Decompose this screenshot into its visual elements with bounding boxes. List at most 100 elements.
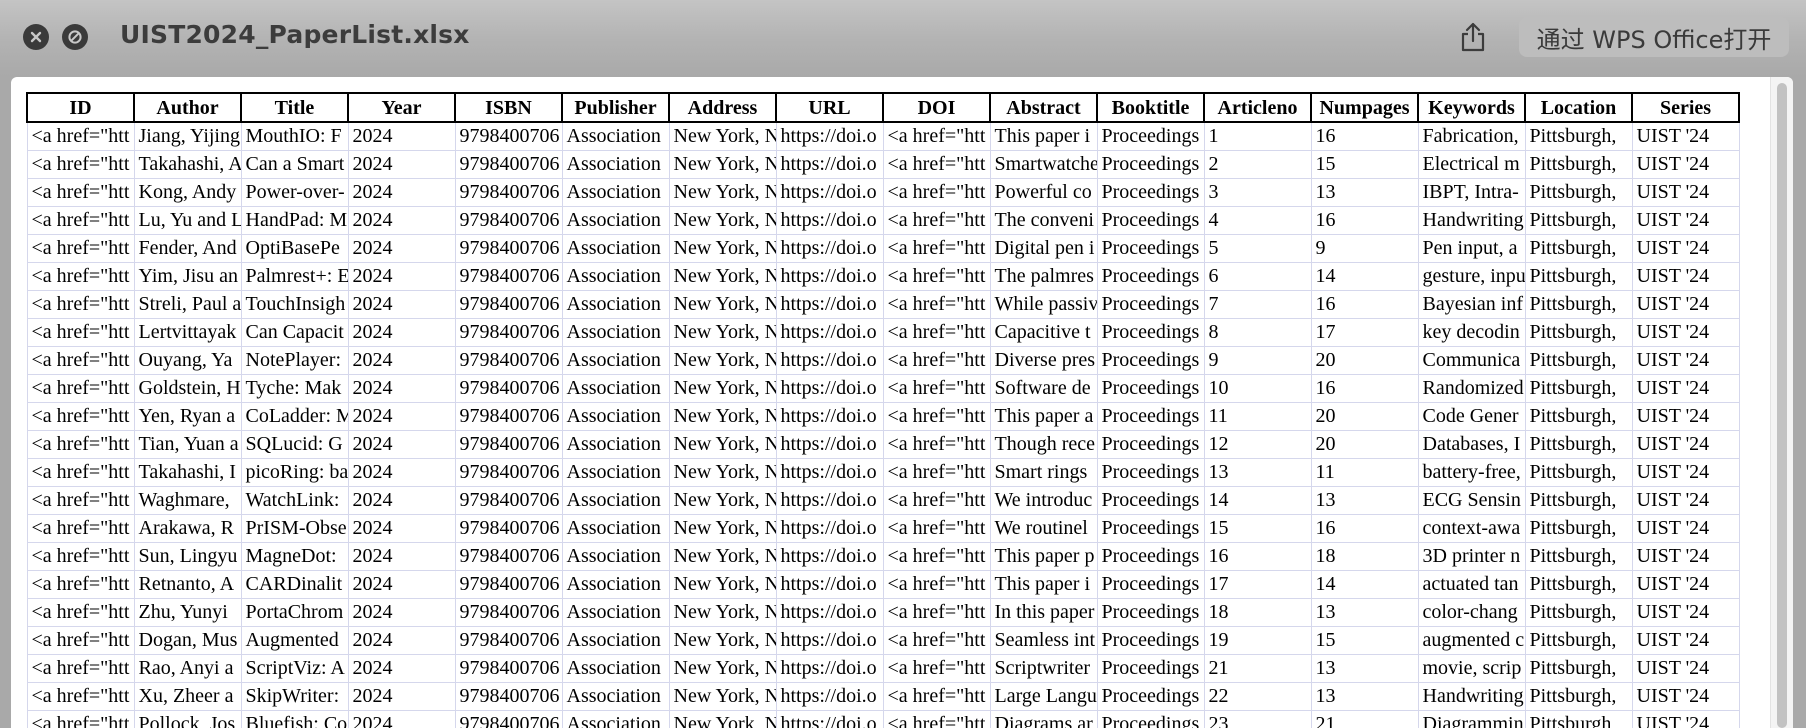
table-cell[interactable]: HandPad: M <box>240 205 349 235</box>
table-cell[interactable]: https://doi.o <box>775 709 884 728</box>
table-cell[interactable]: Pen input, a <box>1417 233 1526 263</box>
table-cell[interactable]: UIST '24 <box>1631 681 1740 711</box>
table-cell[interactable]: <a href="htt <box>882 653 991 683</box>
table-cell[interactable]: 17 <box>1310 317 1419 347</box>
table-cell[interactable]: While passiv <box>989 289 1098 319</box>
table-cell[interactable]: 2 <box>1203 149 1312 179</box>
table-cell[interactable]: Dogan, Mus <box>133 625 242 655</box>
table-cell[interactable]: Fabrication, <box>1417 121 1526 151</box>
table-cell[interactable]: Rao, Anyi a <box>133 653 242 683</box>
table-cell[interactable]: actuated tan <box>1417 569 1526 599</box>
table-cell[interactable]: UIST '24 <box>1631 317 1740 347</box>
table-cell[interactable]: 9798400706 <box>454 429 563 459</box>
table-cell[interactable]: https://doi.o <box>775 653 884 683</box>
table-cell[interactable]: <a href="htt <box>882 625 991 655</box>
table-cell[interactable]: SkipWriter: <box>240 681 349 711</box>
table-cell[interactable]: New York, N <box>668 121 777 151</box>
table-cell[interactable]: Pittsburgh, <box>1524 681 1633 711</box>
table-cell[interactable]: New York, N <box>668 205 777 235</box>
table-cell[interactable]: Association <box>561 485 670 515</box>
table-cell[interactable]: UIST '24 <box>1631 149 1740 179</box>
table-cell[interactable]: <a href="htt <box>26 597 135 627</box>
table-cell[interactable]: 23 <box>1203 709 1312 728</box>
table-cell[interactable]: Association <box>561 289 670 319</box>
table-cell[interactable]: New York, N <box>668 289 777 319</box>
table-cell[interactable]: 9 <box>1203 345 1312 375</box>
table-cell[interactable]: New York, N <box>668 401 777 431</box>
table-cell[interactable]: Association <box>561 177 670 207</box>
table-cell[interactable]: 10 <box>1203 373 1312 403</box>
table-cell[interactable]: Proceedings <box>1096 205 1205 235</box>
table-cell[interactable]: <a href="htt <box>26 261 135 291</box>
table-cell[interactable]: UIST '24 <box>1631 653 1740 683</box>
table-cell[interactable]: Proceedings <box>1096 653 1205 683</box>
table-cell[interactable]: Association <box>561 149 670 179</box>
table-cell[interactable]: Pittsburgh, <box>1524 625 1633 655</box>
table-cell[interactable]: https://doi.o <box>775 401 884 431</box>
table-cell[interactable]: UIST '24 <box>1631 457 1740 487</box>
table-cell[interactable]: 2024 <box>347 345 456 375</box>
vertical-scrollbar[interactable] <box>1770 77 1793 728</box>
table-cell[interactable]: Databases, I <box>1417 429 1526 459</box>
table-cell[interactable]: <a href="htt <box>882 261 991 291</box>
table-cell[interactable]: Pittsburgh, <box>1524 233 1633 263</box>
table-cell[interactable]: Palmrest+: E <box>240 261 349 291</box>
table-cell[interactable]: 9798400706 <box>454 205 563 235</box>
table-cell[interactable]: The palmres <box>989 261 1098 291</box>
table-cell[interactable]: MagneDot: <box>240 541 349 571</box>
table-cell[interactable]: OptiBasePe <box>240 233 349 263</box>
table-cell[interactable]: <a href="htt <box>882 345 991 375</box>
table-cell[interactable]: 17 <box>1203 569 1312 599</box>
table-cell[interactable]: 2024 <box>347 149 456 179</box>
table-cell[interactable]: <a href="htt <box>26 289 135 319</box>
table-cell[interactable]: 16 <box>1310 121 1419 151</box>
table-cell[interactable]: <a href="htt <box>26 345 135 375</box>
table-cell[interactable]: New York, N <box>668 681 777 711</box>
table-cell[interactable]: Retnanto, A <box>133 569 242 599</box>
table-cell[interactable]: This paper p <box>989 541 1098 571</box>
table-cell[interactable]: 9 <box>1310 233 1419 263</box>
table-cell[interactable]: Diverse pres <box>989 345 1098 375</box>
table-cell[interactable]: <a href="htt <box>26 205 135 235</box>
table-cell[interactable]: <a href="htt <box>26 373 135 403</box>
table-cell[interactable]: New York, N <box>668 261 777 291</box>
table-cell[interactable]: UIST '24 <box>1631 569 1740 599</box>
table-cell[interactable]: 2024 <box>347 233 456 263</box>
table-cell[interactable]: New York, N <box>668 457 777 487</box>
table-cell[interactable]: Pittsburgh, <box>1524 177 1633 207</box>
table-cell[interactable]: Pittsburgh, <box>1524 541 1633 571</box>
table-cell[interactable]: 9798400706 <box>454 233 563 263</box>
table-cell[interactable]: UIST '24 <box>1631 541 1740 571</box>
table-cell[interactable]: Association <box>561 513 670 543</box>
table-cell[interactable]: UIST '24 <box>1631 373 1740 403</box>
table-cell[interactable]: https://doi.o <box>775 681 884 711</box>
table-cell[interactable]: <a href="htt <box>882 149 991 179</box>
table-cell[interactable]: MouthIO: F <box>240 121 349 151</box>
table-cell[interactable]: 12 <box>1203 429 1312 459</box>
table-cell[interactable]: Communica <box>1417 345 1526 375</box>
table-cell[interactable]: Proceedings <box>1096 709 1205 728</box>
table-cell[interactable]: https://doi.o <box>775 541 884 571</box>
table-cell[interactable]: https://doi.o <box>775 121 884 151</box>
table-cell[interactable]: Electrical m <box>1417 149 1526 179</box>
table-cell[interactable]: Proceedings <box>1096 625 1205 655</box>
table-cell[interactable]: 9798400706 <box>454 485 563 515</box>
table-cell[interactable]: New York, N <box>668 569 777 599</box>
table-cell[interactable]: 9798400706 <box>454 317 563 347</box>
table-cell[interactable]: 2024 <box>347 541 456 571</box>
table-cell[interactable]: Zhu, Yunyi <box>133 597 242 627</box>
open-with-wps-button[interactable]: 通过 WPS Office打开 <box>1519 17 1789 57</box>
table-cell[interactable]: 9798400706 <box>454 401 563 431</box>
table-cell[interactable]: This paper i <box>989 121 1098 151</box>
table-cell[interactable]: Arakawa, R <box>133 513 242 543</box>
table-cell[interactable]: 9798400706 <box>454 653 563 683</box>
table-cell[interactable]: Association <box>561 709 670 728</box>
table-cell[interactable]: Pittsburgh, <box>1524 261 1633 291</box>
table-cell[interactable]: Handwriting <box>1417 681 1526 711</box>
table-cell[interactable]: 3D printer n <box>1417 541 1526 571</box>
share-button[interactable] <box>1457 19 1489 55</box>
table-cell[interactable]: Takahashi, A <box>133 149 242 179</box>
table-cell[interactable]: New York, N <box>668 345 777 375</box>
table-cell[interactable]: Association <box>561 653 670 683</box>
table-cell[interactable]: battery-free, <box>1417 457 1526 487</box>
